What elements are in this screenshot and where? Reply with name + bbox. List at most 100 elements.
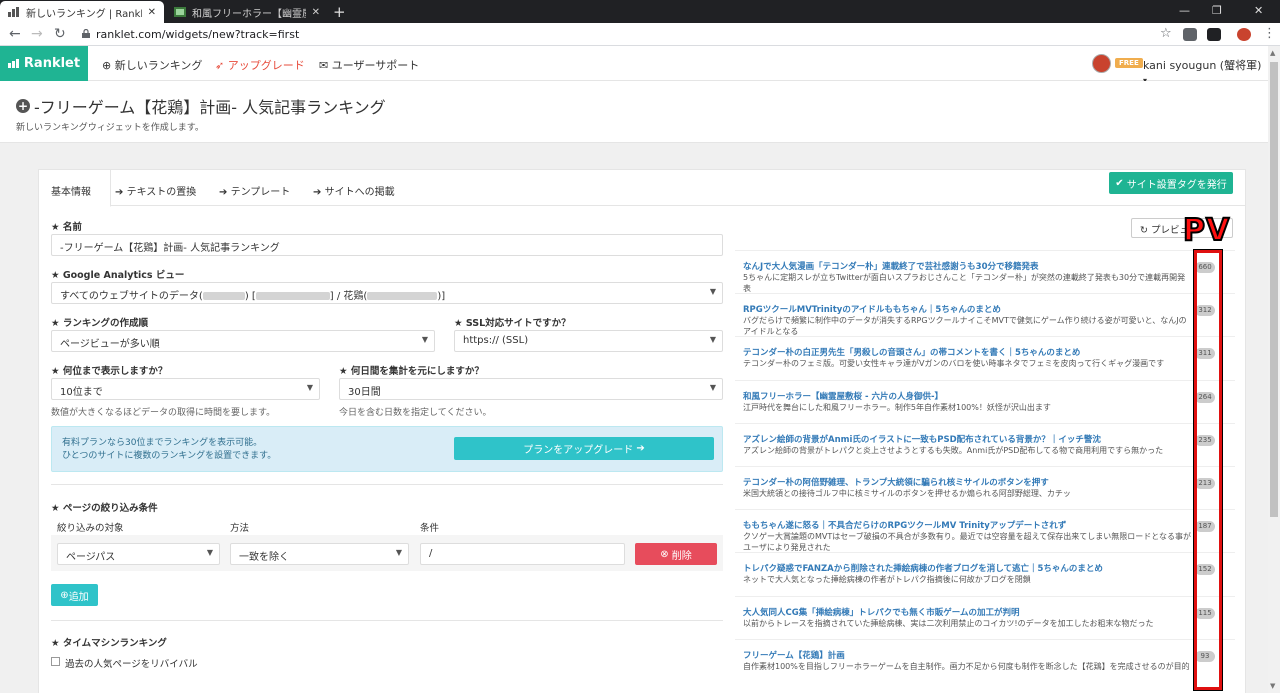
brand-logo[interactable]: Ranklet — [0, 46, 88, 81]
reload-icon[interactable]: ↻ — [54, 26, 66, 42]
caret-down-icon: ▼ — [709, 335, 716, 344]
caret-down-icon: ▼ — [306, 383, 313, 392]
timemachine-checkbox[interactable] — [51, 657, 60, 666]
filter-col-target: 絞り込みの対象 — [57, 523, 124, 534]
scroll-up-icon[interactable]: ▲ — [1270, 49, 1275, 57]
order-select[interactable]: ページビューが多い順 ▼ — [51, 330, 435, 352]
widget-form-panel: 基本情報 ➔ テキストの置換 ➔ テンプレート ➔ サイトへの掲載 ✔ サイト設… — [38, 169, 1246, 693]
ranking-item[interactable]: トレパク疑惑でFANZAから削除された挿絵病棟の作者ブログを消して逃亡｜5ちゃん… — [735, 552, 1235, 596]
app-navbar: Ranklet ⊕ 新しいランキング ➶ アップグレード ✉ ユーザーサポート … — [0, 46, 1268, 85]
ranking-item[interactable]: テコンダー朴の阿倍野雑理、トランプ大統領に騙られ核ミサイルのボタンを押す 米国大統… — [735, 466, 1235, 510]
forward-icon[interactable]: → — [31, 26, 43, 42]
ranking-item-description: ネットで大人気となった挿絵病棟の作者がトレパク指摘後に何故かブログを閉鎖 — [743, 575, 1031, 585]
caret-down-icon: ▼ — [206, 548, 213, 557]
username: kani syougun (蟹将軍) — [1143, 59, 1262, 72]
address-bar: ← → ↻ ranklet.com/widgets/new?track=firs… — [0, 23, 1280, 46]
ranking-item-description: クソゲー大賞論題のMVTはセーブ破損の不具合が多数有り。最近では空容量を超えて保… — [743, 532, 1191, 553]
ranking-item-title[interactable]: ももちゃん遂に怒る｜不具合だらけのRPGツクールMV Trinityアップデート… — [743, 519, 1183, 531]
tab-close-icon[interactable]: ✕ — [312, 7, 320, 18]
name-label: ★ 名前 — [51, 222, 82, 233]
restore-icon[interactable]: ❐ — [1212, 4, 1222, 17]
scroll-down-icon[interactable]: ▼ — [1270, 682, 1275, 690]
add-filter-button[interactable]: ⊕ 追加 — [51, 584, 98, 606]
count-help-text: 数値が大きくなるほどデータの取得に時間を要します。 — [51, 408, 276, 418]
ranking-item[interactable]: ももちゃん遂に怒る｜不具合だらけのRPGツクールMV Trinityアップデート… — [735, 509, 1235, 553]
browser-menu-icon[interactable]: ⋮ — [1263, 26, 1276, 41]
profile-avatar-icon[interactable] — [1237, 28, 1251, 41]
redacted-value — [202, 292, 245, 300]
ranking-item-title[interactable]: 大人気同人CG集「挿絵病棟」トレパクでも無く市販ゲームの加工が判明 — [743, 606, 1183, 618]
tab-title: 和風フリーホラー【幽霊屋敷桜 - 六片 — [192, 8, 306, 20]
ranking-item-title[interactable]: フリーゲーム【花鶏】計画 — [743, 649, 1183, 661]
caret-down-icon: ▼ — [709, 383, 716, 392]
ranking-item-title[interactable]: テコンダー朴の阿倍野雑理、トランプ大統領に騙られ核ミサイルのボタンを押す — [743, 476, 1183, 488]
tab-label: テンプレート — [230, 187, 291, 198]
tab-close-icon[interactable]: ✕ — [148, 7, 156, 18]
ssl-select[interactable]: https:// (SSL) ▼ — [454, 330, 723, 352]
page-subtitle: 新しいランキングウィジェットを作成します。 — [16, 123, 204, 133]
page-title-row: + -フリーゲーム【花鶏】計画- 人気記事ランキング — [16, 94, 386, 118]
extension-icon[interactable] — [1183, 28, 1197, 41]
name-input[interactable]: -フリーゲーム【花鶏】計画- 人気記事ランキング — [51, 234, 723, 256]
filter-method-select[interactable]: 一致を除く ▼ — [230, 543, 409, 565]
ranking-item-title[interactable]: RPGツクールMVTrinityのアイドルももちゃん｜5ちゃんのまとめ — [743, 303, 1183, 315]
page-title: -フリーゲーム【花鶏】計画- 人気記事ランキング — [34, 98, 386, 117]
extension-icon[interactable] — [1207, 28, 1221, 41]
refresh-icon: ↻ — [1140, 225, 1148, 236]
days-select[interactable]: 30日間 ▼ — [339, 378, 723, 400]
ranklet-favicon-icon — [8, 7, 19, 17]
ranking-item-title[interactable]: トレパク疑惑でFANZAから削除された挿絵病棟の作者ブログを消して逃亡｜5ちゃん… — [743, 562, 1183, 574]
ranklet-logo-icon — [7, 59, 19, 68]
arrow-right-icon: ➔ — [313, 187, 322, 198]
ranking-item[interactable]: アズレン絵師の背景がAnmi氏のイラストに一致もPSD配布されている背景か？｜イ… — [735, 422, 1235, 467]
tab-text-replace[interactable]: ➔ テキストの置換 — [115, 170, 196, 206]
rocket-icon: ➶ — [215, 59, 225, 72]
ranking-item[interactable]: RPGツクールMVTrinityのアイドルももちゃん｜5ちゃんのまとめ バグだらけ… — [735, 293, 1235, 337]
back-icon[interactable]: ← — [9, 26, 21, 42]
upgrade-plan-button[interactable]: プランをアップグレード ➔ — [454, 437, 714, 460]
upgrade-info-box: 有料プランなら30位までランキングを表示可能。 ひとつのサイトに複数のランキング… — [51, 426, 723, 472]
tab-publish[interactable]: ➔ サイトへの掲載 — [313, 170, 395, 206]
tab-template[interactable]: ➔ テンプレート — [219, 170, 290, 206]
ranking-item[interactable]: 大人気同人CG集「挿絵病棟」トレパクでも無く市販ゲームの加工が判明 以前からトレー… — [735, 595, 1235, 640]
tab-label: テキストの置換 — [126, 187, 197, 198]
minimize-icon[interactable]: — — [1179, 4, 1190, 17]
filter-target-select[interactable]: ページパス ▼ — [57, 543, 220, 565]
ranking-item[interactable]: テコンダー朴の白正男先生「男殺しの音頭さん」の帯コメントを書く｜5ちゃんのまとめ… — [735, 336, 1235, 380]
close-circle-icon: ⊗ — [660, 548, 669, 560]
ranking-item[interactable]: 和風フリーホラー【幽霊屋敷桜 - 六片の人身御供-】 江戸時代を舞台にした和風フリ… — [735, 379, 1235, 424]
issue-tag-button[interactable]: ✔ サイト設置タグを発行 — [1109, 172, 1233, 194]
plus-circle-icon: + — [16, 99, 30, 113]
game-favicon-icon — [174, 7, 186, 17]
bookmark-star-icon[interactable]: ☆ — [1160, 26, 1172, 41]
nav-upgrade[interactable]: ➶ アップグレード — [215, 57, 305, 73]
check-icon: ✔ — [1115, 177, 1124, 189]
ranking-item[interactable]: フリーゲーム【花鶏】計画 自作素材100%を目指しフリーホラーゲームを自主制作。画… — [735, 638, 1235, 683]
count-select[interactable]: 10位まで ▼ — [51, 378, 320, 400]
browser-tab-inactive[interactable]: 和風フリーホラー【幽霊屋敷桜 - 六片 ✕ — [166, 1, 328, 23]
scrollbar-thumb[interactable] — [1270, 62, 1278, 517]
ranking-item-title[interactable]: アズレン絵師の背景がAnmi氏のイラストに一致もPSD配布されている背景か？｜イ… — [743, 433, 1183, 445]
brand-name: Ranklet — [23, 56, 81, 71]
delete-filter-button[interactable]: ⊗ 削除 — [635, 543, 717, 565]
nav-new-ranking[interactable]: ⊕ 新しいランキング — [102, 57, 202, 73]
ranking-item[interactable]: なんJで大人気漫画「テコンダー朴」連載終了で芸社感謝うも30分で移籍発表 5ちゃん… — [735, 250, 1235, 294]
new-tab-button[interactable]: + — [333, 3, 346, 21]
button-label: 削除 — [671, 550, 692, 562]
url-field[interactable]: ranklet.com/widgets/new?track=first — [96, 28, 299, 41]
tab-basic-info[interactable]: 基本情報 — [39, 170, 111, 207]
ga-view-select[interactable]: すべてのウェブサイトのデータ() [] / 花鶏()] ▼ — [51, 282, 723, 304]
plus-circle-icon: ⊕ — [60, 589, 69, 601]
ranking-item-title[interactable]: なんJで大人気漫画「テコンダー朴」連載終了で芸社感謝うも30分で移籍発表 — [743, 260, 1183, 272]
ranking-item-title[interactable]: テコンダー朴の白正男先生「男殺しの音頭さん」の帯コメントを書く｜5ちゃんのまとめ — [743, 346, 1183, 358]
window-close-icon[interactable]: ✕ — [1254, 4, 1263, 17]
nav-support[interactable]: ✉ ユーザーサポート — [319, 57, 419, 73]
ranking-item-title[interactable]: 和風フリーホラー【幽霊屋敷桜 - 六片の人身御供-】 — [743, 390, 1183, 402]
caret-down-icon: ▼ — [395, 548, 402, 557]
ranking-item-description: 自作素材100%を目指しフリーホラーゲームを自主制作。画力不足から何度も制作を断… — [743, 661, 1190, 671]
filter-condition-input[interactable]: / — [420, 543, 625, 565]
browser-tab-active[interactable]: 新しいランキング | Ranklet [ランクレッ ✕ — [0, 1, 164, 23]
page-header: + -フリーゲーム【花鶏】計画- 人気記事ランキング 新しいランキングウィジェッ… — [0, 81, 1268, 143]
ranking-item-description: バグだらけで頻繁に制作中のデータが消失するRPGツクールナイこそMVTで健気にゲ… — [743, 316, 1187, 337]
user-avatar[interactable] — [1092, 54, 1111, 73]
